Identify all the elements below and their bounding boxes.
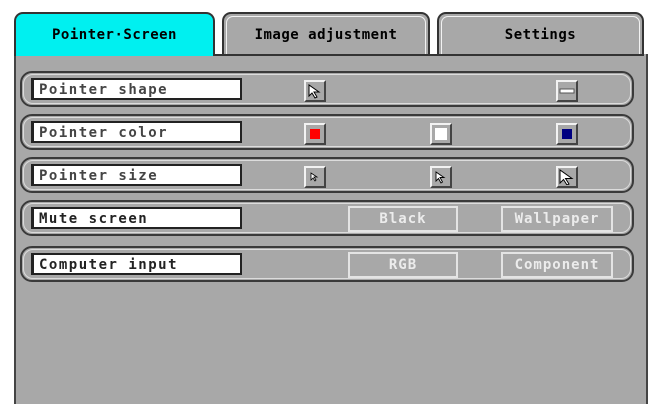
pointer-size-medium-button[interactable] xyxy=(430,166,452,188)
pointer-shape-bar-button[interactable] xyxy=(556,80,578,102)
bar-pointer-icon xyxy=(559,88,575,94)
pointer-color-row: Pointer color xyxy=(20,114,634,150)
small-pointer-icon xyxy=(310,172,319,182)
pointer-shape-label: Pointer shape xyxy=(31,78,242,100)
tab-pointer-screen[interactable]: Pointer·Screen xyxy=(14,12,215,56)
pointer-size-row: Pointer size xyxy=(20,157,634,193)
mute-screen-row: Mute screen Black Wallpaper xyxy=(20,200,634,236)
pointer-size-label: Pointer size xyxy=(31,164,242,186)
pointer-shape-row: Pointer shape xyxy=(20,71,634,107)
input-rgb-button[interactable]: RGB xyxy=(348,252,458,278)
mute-screen-label: Mute screen xyxy=(31,207,242,229)
pointer-color-white-button[interactable] xyxy=(430,123,452,145)
large-pointer-icon xyxy=(559,169,574,185)
pointer-color-blue-button[interactable] xyxy=(556,123,578,145)
computer-input-row: Computer input RGB Component xyxy=(20,246,634,282)
blue-swatch xyxy=(562,129,572,139)
pointer-shape-arrow-button[interactable] xyxy=(304,80,326,102)
mute-black-button[interactable]: Black xyxy=(348,206,458,232)
medium-pointer-icon xyxy=(435,171,446,184)
pointer-size-small-button[interactable] xyxy=(304,166,326,188)
white-swatch xyxy=(435,128,447,140)
tab-divider xyxy=(214,54,644,56)
pointer-color-label: Pointer color xyxy=(31,121,242,143)
red-swatch xyxy=(310,129,320,139)
arrow-pointer-icon xyxy=(308,84,321,99)
tab-settings-label: Settings xyxy=(504,26,577,43)
tab-settings[interactable]: Settings xyxy=(437,12,644,55)
pointer-color-red-button[interactable] xyxy=(304,123,326,145)
input-component-button[interactable]: Component xyxy=(501,252,613,278)
mute-wallpaper-button[interactable]: Wallpaper xyxy=(501,206,613,232)
pointer-size-large-button[interactable] xyxy=(556,166,578,188)
computer-input-label: Computer input xyxy=(31,253,242,275)
tab-image-adjustment[interactable]: Image adjustment xyxy=(222,12,430,55)
tab-pointer-screen-label: Pointer·Screen xyxy=(51,27,177,43)
tab-image-adjustment-label: Image adjustment xyxy=(254,26,398,43)
